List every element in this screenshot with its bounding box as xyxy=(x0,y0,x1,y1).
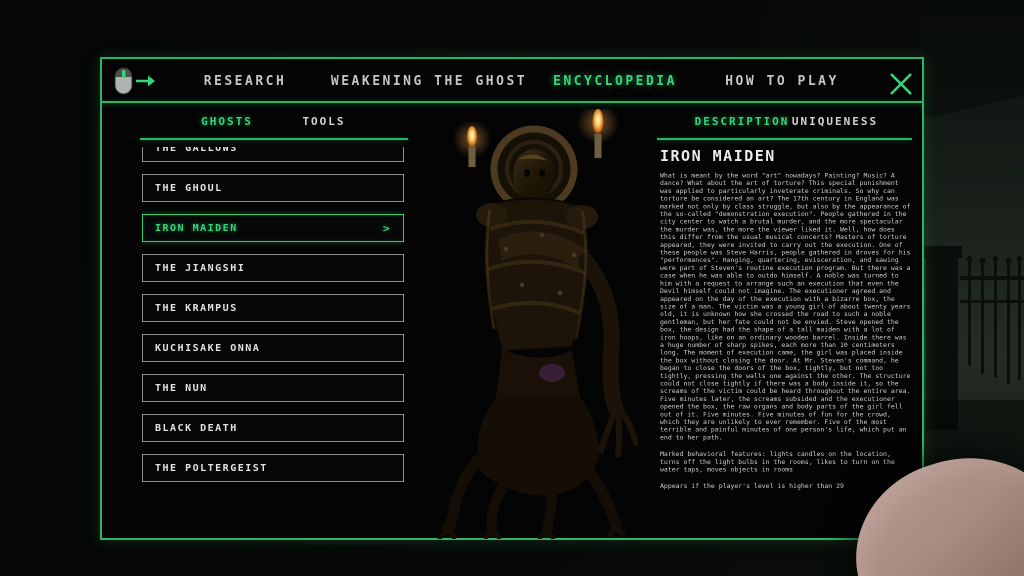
ghost-item-label: THE POLTERGEIST xyxy=(155,463,268,474)
mouse-navigation-icon xyxy=(112,66,156,96)
ghosts-tools-underline xyxy=(140,138,408,140)
tab-tools[interactable]: TOOLS xyxy=(302,115,345,128)
close-icon[interactable] xyxy=(888,71,914,97)
tab-weakening-the-ghost[interactable]: WEAKENING THE GHOST xyxy=(331,74,527,89)
ghost-item-label: THE NUN xyxy=(155,383,208,394)
tab-uniqueness[interactable]: UNIQUENESS xyxy=(792,115,878,128)
ghost-item-label: THE JIANGSHI xyxy=(155,263,245,274)
iron-maiden-artwork xyxy=(402,109,672,539)
description-text: What is meant by the word "art" nowadays… xyxy=(660,172,912,490)
tab-description[interactable]: DESCRIPTION xyxy=(695,115,790,128)
ghost-title: IRON MAIDEN xyxy=(660,147,912,165)
journal-panel: RESEARCH WEAKENING THE GHOST ENCYCLOPEDI… xyxy=(100,57,924,540)
ghost-item-the-krampus[interactable]: THE KRAMPUS xyxy=(142,294,404,322)
ghost-item-the-jiangshi[interactable]: THE JIANGSHI xyxy=(142,254,404,282)
ghost-item-label: THE GALLOWS xyxy=(155,147,238,154)
ghost-item-label: THE GHOUL xyxy=(155,183,223,194)
ghost-item-label: THE KRAMPUS xyxy=(155,303,238,314)
nav-divider xyxy=(102,101,922,103)
ghost-item-the-poltergeist[interactable]: THE POLTERGEIST xyxy=(142,454,404,482)
ghost-item-the-gallows[interactable]: THE GALLOWS xyxy=(142,147,404,162)
ghost-item-label: IRON MAIDEN xyxy=(155,223,238,234)
ghost-item-the-nun[interactable]: THE NUN xyxy=(142,374,404,402)
tab-how-to-play[interactable]: HOW TO PLAY xyxy=(725,74,839,89)
tab-encyclopedia[interactable]: ENCYCLOPEDIA xyxy=(553,74,677,89)
level-requirement: Appears if the player's level is higher … xyxy=(660,483,912,491)
behavior-paragraph: Marked behavioral features: lights candl… xyxy=(660,451,912,474)
tab-research[interactable]: RESEARCH xyxy=(204,74,287,89)
ghost-item-kuchisake-onna[interactable]: KUCHISAKE ONNA xyxy=(142,334,404,362)
ghost-item-the-ghoul[interactable]: THE GHOUL xyxy=(142,174,404,202)
ghost-item-label: KUCHISAKE ONNA xyxy=(155,343,260,354)
ghost-item-label: BLACK DEATH xyxy=(155,423,238,434)
selected-arrow-icon: > xyxy=(383,222,391,235)
ghost-list: THE GALLOWS THE GHOUL IRON MAIDEN > THE J… xyxy=(142,147,404,499)
ghost-item-iron-maiden[interactable]: IRON MAIDEN > xyxy=(142,214,404,242)
ghost-item-black-death[interactable]: BLACK DEATH xyxy=(142,414,404,442)
description-paragraph: What is meant by the word "art" nowadays… xyxy=(660,172,912,442)
tab-ghosts[interactable]: GHOSTS xyxy=(201,115,253,128)
game-screen: RESEARCH WEAKENING THE GHOST ENCYCLOPEDI… xyxy=(0,0,1024,576)
description-uniqueness-underline xyxy=(657,138,912,140)
